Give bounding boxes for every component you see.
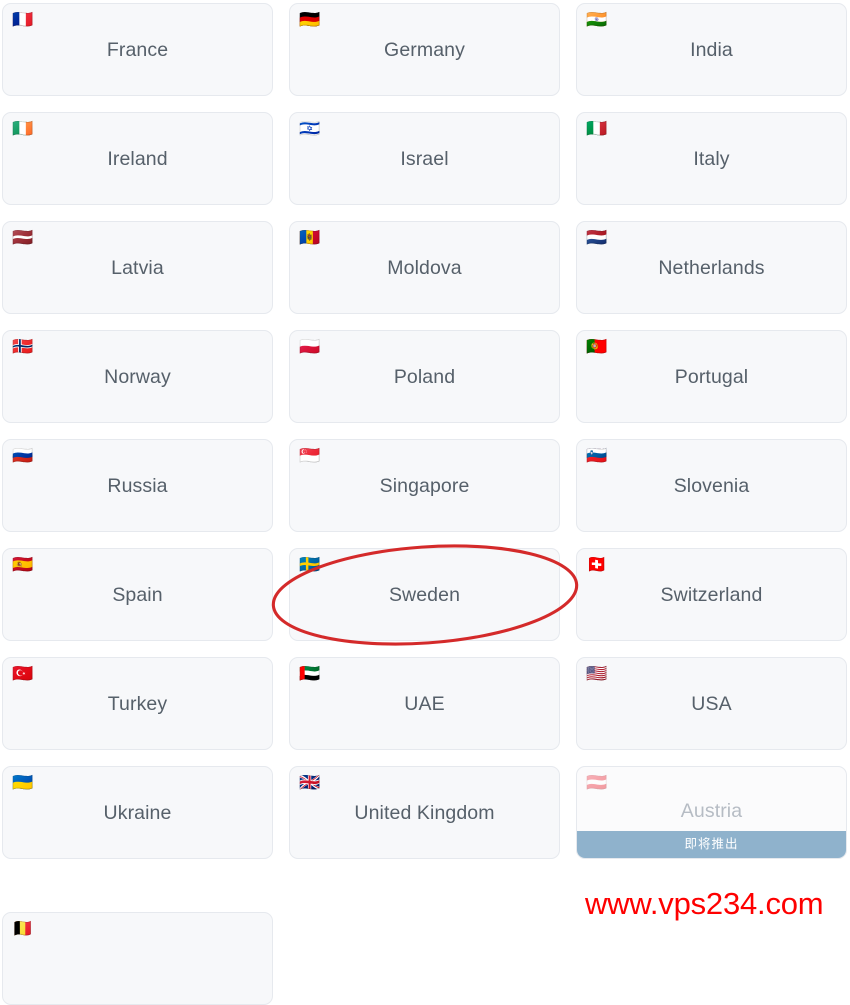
flag-france-icon: 🇫🇷 (12, 10, 34, 29)
watermark: www.vps234.com (585, 886, 824, 921)
flag-germany-icon: 🇩🇪 (299, 10, 321, 29)
country-name-label: Germany (384, 39, 465, 61)
country-card-spain[interactable]: 🇪🇸 Spain (2, 548, 273, 641)
country-card-poland[interactable]: 🇵🇱 Poland (289, 330, 560, 423)
country-name-label: Moldova (387, 257, 462, 279)
flag-india-icon: 🇮🇳 (586, 10, 608, 29)
country-card-austria: 🇦🇹 Austria 即将推出 (576, 766, 847, 859)
flag-russia-icon: 🇷🇺 (12, 446, 34, 465)
flag-portugal-icon: 🇵🇹 (586, 337, 608, 356)
country-name-label: Spain (112, 584, 163, 606)
coming-soon-badge: 即将推出 (577, 831, 846, 858)
country-name-label: Poland (393, 366, 456, 388)
country-card-russia[interactable]: 🇷🇺 Russia (2, 439, 273, 532)
country-card-sweden[interactable]: 🇸🇪 Sweden (289, 548, 560, 641)
flag-latvia-icon: 🇱🇻 (12, 228, 34, 247)
flag-singapore-icon: 🇸🇬 (299, 446, 321, 465)
country-card-israel[interactable]: 🇮🇱 Israel (289, 112, 560, 205)
country-card-united-kingdom[interactable]: 🇬🇧 United Kingdom (289, 766, 560, 859)
country-name-label: Israel (400, 148, 449, 170)
country-name-label: Slovenia (673, 475, 750, 497)
flag-icon: 🇧🇪 (12, 919, 34, 938)
flag-israel-icon: 🇮🇱 (299, 119, 321, 138)
country-name-label: USA (691, 693, 732, 715)
country-card-ukraine[interactable]: 🇺🇦 Ukraine (2, 766, 273, 859)
flag-netherlands-icon: 🇳🇱 (586, 228, 608, 247)
country-card-moldova[interactable]: 🇲🇩 Moldova (289, 221, 560, 314)
country-name-label: Turkey (107, 693, 168, 715)
country-name-label: Ireland (107, 148, 168, 170)
country-name-label: France (106, 39, 169, 61)
flag-slovenia-icon: 🇸🇮 (586, 446, 608, 465)
flag-usa-icon: 🇺🇸 (586, 664, 608, 683)
country-name-label: Switzerland (660, 584, 763, 606)
country-card-germany[interactable]: 🇩🇪 Germany (289, 3, 560, 96)
country-card-partial[interactable]: 🇧🇪 (2, 912, 273, 1005)
flag-italy-icon: 🇮🇹 (586, 119, 608, 138)
country-card-norway[interactable]: 🇳🇴 Norway (2, 330, 273, 423)
country-grid: 🇫🇷 France 🇩🇪 Germany 🇮🇳 India 🇮🇪 Ireland 🇮🇱 Israe… (2, 3, 848, 859)
flag-sweden-icon: 🇸🇪 (299, 555, 321, 574)
country-name-label: United Kingdom (354, 802, 495, 824)
country-name-label: Sweden (388, 584, 461, 606)
country-card-slovenia[interactable]: 🇸🇮 Slovenia (576, 439, 847, 532)
flag-uae-icon: 🇦🇪 (299, 664, 321, 683)
country-card-latvia[interactable]: 🇱🇻 Latvia (2, 221, 273, 314)
country-name-label: Ukraine (103, 802, 172, 824)
country-card-switzerland[interactable]: 🇨🇭 Switzerland (576, 548, 847, 641)
flag-norway-icon: 🇳🇴 (12, 337, 34, 356)
country-card-portugal[interactable]: 🇵🇹 Portugal (576, 330, 847, 423)
flag-poland-icon: 🇵🇱 (299, 337, 321, 356)
country-card-usa[interactable]: 🇺🇸 USA (576, 657, 847, 750)
country-card-ireland[interactable]: 🇮🇪 Ireland (2, 112, 273, 205)
flag-united-kingdom-icon: 🇬🇧 (299, 773, 321, 792)
flag-turkey-icon: 🇹🇷 (12, 664, 34, 683)
flag-ireland-icon: 🇮🇪 (12, 119, 34, 138)
flag-austria-icon: 🇦🇹 (586, 773, 608, 792)
country-name-label: India (690, 39, 733, 61)
country-name-label: Portugal (674, 366, 749, 388)
country-card-turkey[interactable]: 🇹🇷 Turkey (2, 657, 273, 750)
country-name-label: Russia (107, 475, 168, 497)
country-name-label: Italy (693, 148, 730, 170)
flag-spain-icon: 🇪🇸 (12, 555, 34, 574)
country-name-label: Latvia (111, 257, 164, 279)
country-card-india[interactable]: 🇮🇳 India (576, 3, 847, 96)
country-card-singapore[interactable]: 🇸🇬 Singapore (289, 439, 560, 532)
country-name-label: Netherlands (658, 257, 765, 279)
country-card-italy[interactable]: 🇮🇹 Italy (576, 112, 847, 205)
country-name-label: UAE (404, 693, 445, 715)
flag-ukraine-icon: 🇺🇦 (12, 773, 34, 792)
country-card-netherlands[interactable]: 🇳🇱 Netherlands (576, 221, 847, 314)
country-card-france[interactable]: 🇫🇷 France (2, 3, 273, 96)
country-name-label: Singapore (379, 475, 470, 497)
flag-moldova-icon: 🇲🇩 (299, 228, 321, 247)
flag-switzerland-icon: 🇨🇭 (586, 555, 608, 574)
country-name-label: Austria (680, 800, 743, 822)
country-name-label: Norway (104, 366, 171, 388)
country-card-uae[interactable]: 🇦🇪 UAE (289, 657, 560, 750)
